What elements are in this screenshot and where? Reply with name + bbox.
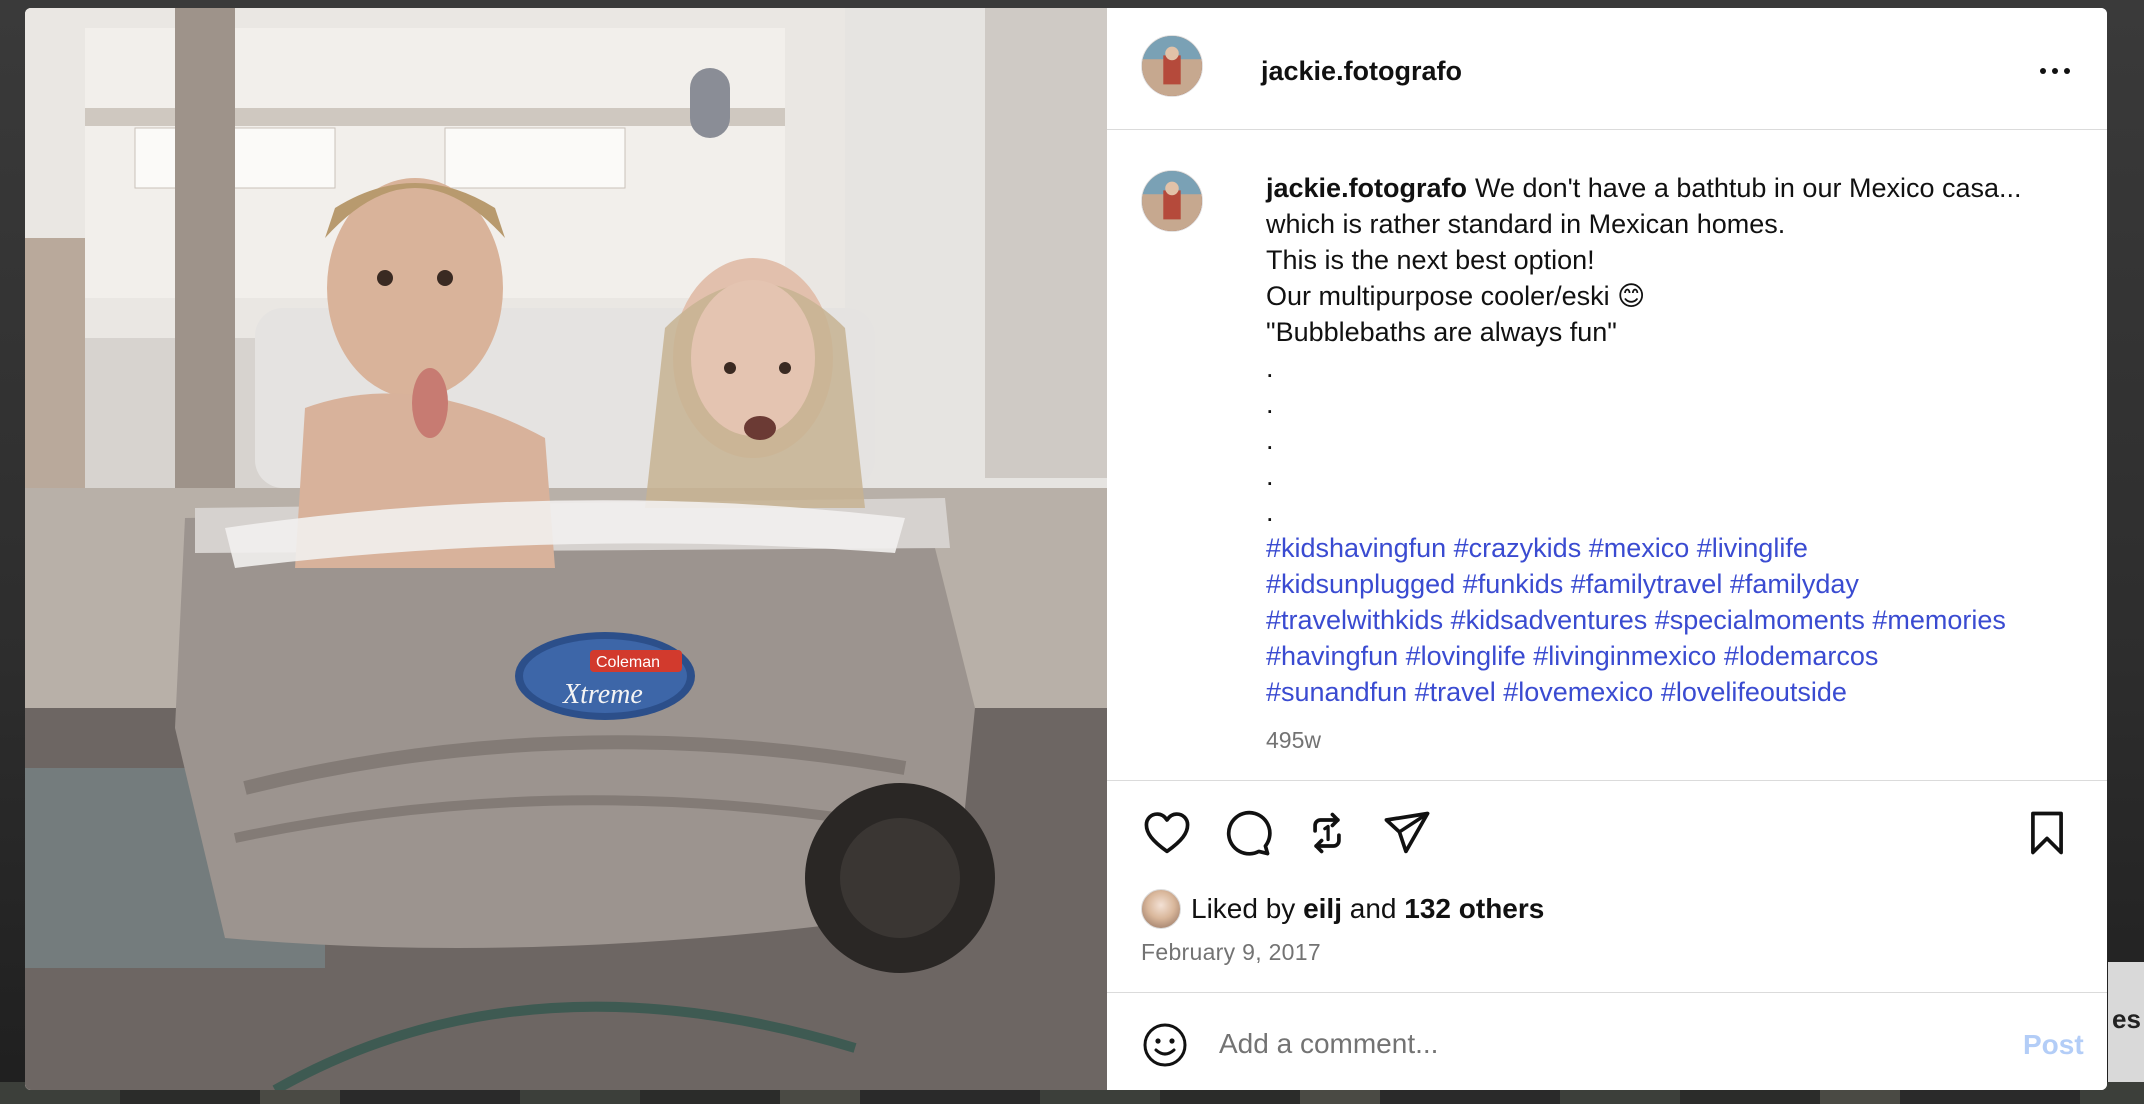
- photo-illustration: Coleman Xtreme: [25, 8, 1107, 1090]
- author-avatar[interactable]: [1141, 35, 1203, 97]
- caption-line: .: [1266, 389, 1274, 419]
- hashtag-line: #havingfun #lovinglife #livinginmexico #…: [1266, 638, 2086, 674]
- cooler-brand-bottom: Xtreme: [562, 679, 643, 710]
- hashtag-line: #travelwithkids #kidsadventures #special…: [1266, 602, 2086, 638]
- comment-bubble-icon: [1226, 810, 1272, 856]
- post-modal: Coleman Xtreme jackie.fotografo jackie.f…: [25, 8, 2107, 1090]
- caption-line: .: [1266, 461, 1274, 491]
- post-comment-button[interactable]: Post: [2023, 1029, 2084, 1061]
- hashtag-block: #kidshavingfun #crazykids #mexico #livin…: [1266, 530, 2086, 710]
- bookmark-icon: [2031, 811, 2063, 855]
- hashtag-link[interactable]: #travel: [1415, 677, 1496, 707]
- more-dot-icon: [2064, 68, 2070, 74]
- avatar-image: [1142, 171, 1202, 231]
- feed-side-text: es: [2112, 1004, 2141, 1034]
- hashtag-link[interactable]: #lovemexico: [1503, 677, 1653, 707]
- more-dot-icon: [2040, 68, 2046, 74]
- caption-line: .: [1266, 497, 1274, 527]
- actions-section: Liked by eilj and 132 others February 9,…: [1107, 780, 2107, 993]
- liker-username[interactable]: eilj: [1303, 893, 1342, 924]
- post-details-panel: jackie.fotografo jackie.fotografo We don'…: [1107, 8, 2107, 1090]
- likes-joiner: and: [1349, 893, 1397, 924]
- hashtag-link[interactable]: #livinginmexico: [1533, 641, 1716, 671]
- caption-text: jackie.fotografo We don't have a bathtub …: [1266, 170, 2086, 758]
- post-date[interactable]: February 9, 2017: [1141, 939, 1321, 966]
- hashtag-link[interactable]: #kidshavingfun: [1266, 533, 1446, 563]
- hashtag-link[interactable]: #livinglife: [1697, 533, 1808, 563]
- liker-avatar[interactable]: [1141, 889, 1181, 929]
- repost-button[interactable]: [1301, 807, 1353, 859]
- hashtag-link[interactable]: #lodemarcos: [1724, 641, 1879, 671]
- caption-line: .: [1266, 353, 1274, 383]
- likes-others-link[interactable]: 132 others: [1404, 893, 1544, 924]
- comment-button[interactable]: [1221, 807, 1273, 859]
- comment-composer: Post: [1107, 992, 2107, 1090]
- caption-line: Our multipurpose cooler/eski 😊: [1266, 281, 1646, 311]
- repost-icon: [1313, 812, 1341, 854]
- likes-text: Liked by eilj and 132 others: [1191, 893, 1544, 925]
- caption-section: jackie.fotografo We don't have a bathtub …: [1107, 130, 2107, 780]
- hashtag-link[interactable]: #funkids: [1463, 569, 1564, 599]
- hashtag-link[interactable]: #lovelifeoutside: [1661, 677, 1847, 707]
- post-header: jackie.fotografo: [1107, 8, 2107, 130]
- author-username[interactable]: jackie.fotografo: [1261, 56, 1462, 87]
- hashtag-line: #kidshavingfun #crazykids #mexico #livin…: [1266, 530, 2086, 566]
- smiley-icon: [1143, 1023, 1187, 1067]
- hashtag-link[interactable]: #mexico: [1589, 533, 1690, 563]
- hashtag-link[interactable]: #crazykids: [1454, 533, 1582, 563]
- hashtag-link[interactable]: #familyday: [1730, 569, 1859, 599]
- hashtag-link[interactable]: #memories: [1872, 605, 2006, 635]
- caption-line: .: [1266, 425, 1274, 455]
- like-button[interactable]: [1141, 807, 1193, 859]
- heart-icon: [1144, 812, 1190, 854]
- caption-time-ago[interactable]: 495w: [1266, 722, 2086, 758]
- share-button[interactable]: [1381, 807, 1433, 859]
- caption-first-line: jackie.fotografo We don't have a bathtub …: [1266, 170, 2086, 206]
- hashtag-link[interactable]: #kidsadventures: [1451, 605, 1648, 635]
- hashtag-link[interactable]: #havingfun: [1266, 641, 1398, 671]
- more-dot-icon: [2052, 68, 2058, 74]
- likes-prefix: Liked by: [1191, 893, 1296, 924]
- avatar-image: [1142, 36, 1202, 96]
- hashtag-link[interactable]: #kidsunplugged: [1266, 569, 1455, 599]
- caption-line: This is the next best option!: [1266, 245, 1595, 275]
- paper-plane-icon: [1384, 811, 1430, 854]
- post-photo[interactable]: Coleman Xtreme: [25, 8, 1107, 1090]
- likes-summary: Liked by eilj and 132 others: [1141, 889, 1544, 929]
- hashtag-link[interactable]: #familytravel: [1571, 569, 1723, 599]
- hashtag-link[interactable]: #specialmoments: [1655, 605, 1865, 635]
- cooler-brand-top: Coleman: [596, 654, 660, 671]
- hashtag-link[interactable]: #sunandfun: [1266, 677, 1407, 707]
- caption-username[interactable]: jackie.fotografo: [1266, 173, 1467, 203]
- hashtag-link[interactable]: #travelwithkids: [1266, 605, 1443, 635]
- more-options-button[interactable]: [2032, 56, 2078, 86]
- caption-line: "Bubblebaths are always fun": [1266, 317, 1617, 347]
- caption-author-avatar[interactable]: [1141, 170, 1203, 232]
- caption-line: We don't have a bathtub in our Mexico ca…: [1475, 173, 2022, 203]
- comment-input[interactable]: [1217, 1017, 1981, 1071]
- caption-line: which is rather standard in Mexican home…: [1266, 209, 1786, 239]
- save-button[interactable]: [2021, 807, 2073, 859]
- hashtag-line: #kidsunplugged #funkids #familytravel #f…: [1266, 566, 2086, 602]
- emoji-button[interactable]: [1141, 1021, 1189, 1069]
- hashtag-link[interactable]: #lovinglife: [1406, 641, 1526, 671]
- hashtag-line: #sunandfun #travel #lovemexico #lovelife…: [1266, 674, 2086, 710]
